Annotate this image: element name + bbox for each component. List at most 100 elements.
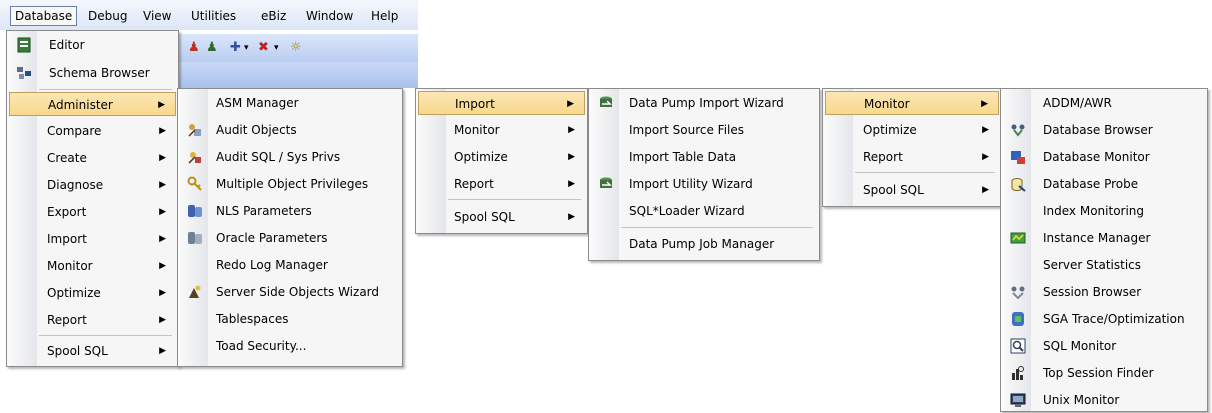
- menu-item-oracle-parameters[interactable]: Oracle Parameters: [180, 226, 400, 250]
- submenu-arrow-icon: ▶: [568, 125, 575, 135]
- administer-menu: ASM Manager Audit Objects Audit SQL / Sy…: [177, 88, 403, 367]
- key-icon: [186, 175, 204, 193]
- audit-sql-icon: [186, 148, 204, 166]
- toolbar-lower: [178, 62, 418, 88]
- menu-item-spool-sql[interactable]: Spool SQL ▶: [418, 205, 585, 229]
- menu-item-import[interactable]: Import ▶: [9, 227, 176, 251]
- menu-item-redo-log-manager[interactable]: Redo Log Manager: [180, 253, 400, 277]
- submenu-arrow-icon: ▶: [159, 288, 166, 298]
- menu-item-top-session-finder[interactable]: Top Session Finder: [1003, 361, 1205, 385]
- menu-utilities[interactable]: Utilities: [187, 7, 240, 25]
- toolbar-person-red-icon[interactable]: ♟: [188, 40, 200, 55]
- toolbar-dropdown-icon-2[interactable]: ▾: [274, 43, 279, 53]
- submenu-arrow-icon: ▶: [159, 315, 166, 325]
- submenu-arrow-icon: ▶: [567, 99, 574, 109]
- editor-icon: [15, 36, 33, 54]
- menu-view[interactable]: View: [139, 7, 175, 25]
- menu-item-database-monitor[interactable]: Database Monitor: [1003, 145, 1205, 169]
- menu-item-schema-browser[interactable]: Schema Browser: [9, 61, 176, 85]
- submenu-arrow-icon: ▶: [159, 346, 166, 356]
- menu-item-report[interactable]: Report ▶: [9, 308, 176, 332]
- submenu-arrow-icon: ▶: [159, 261, 166, 271]
- submenu-arrow-icon: ▶: [158, 100, 165, 110]
- menu-item-spool-sql[interactable]: Spool SQL ▶: [9, 339, 176, 363]
- menu-item-import-utility-wizard[interactable]: Import Utility Wizard: [591, 172, 817, 196]
- menu-item-server-side-objects-wizard[interactable]: Server Side Objects Wizard: [180, 280, 400, 304]
- menu-item-optimize[interactable]: Optimize ▶: [418, 145, 585, 169]
- menu-item-monitor[interactable]: Monitor ▶: [418, 118, 585, 142]
- menu-item-report[interactable]: Report ▶: [825, 145, 999, 169]
- menu-item-spool-sql[interactable]: Spool SQL ▶: [825, 178, 999, 202]
- menu-bar: Database Debug View Utilities eBiz Windo…: [0, 0, 418, 30]
- menu-item-server-statistics[interactable]: Server Statistics: [1003, 253, 1205, 277]
- submenu-arrow-icon: ▶: [159, 234, 166, 244]
- sql-monitor-icon: [1009, 337, 1027, 355]
- submenu-arrow-icon: ▶: [159, 207, 166, 217]
- toolbar-connect-icon[interactable]: ✚: [230, 40, 241, 55]
- menu-item-audit-objects[interactable]: Audit Objects: [180, 118, 400, 142]
- menu-item-diagnose[interactable]: Diagnose ▶: [9, 173, 176, 197]
- menu-item-optimize[interactable]: Optimize ▶: [9, 281, 176, 305]
- submenu-arrow-icon: ▶: [981, 99, 988, 109]
- menu-item-monitor[interactable]: Monitor ▶: [9, 254, 176, 278]
- menu-item-nls-parameters[interactable]: NLS Parameters: [180, 199, 400, 223]
- menu-item-monitor[interactable]: Monitor ▶: [825, 91, 999, 115]
- menu-item-asm-manager[interactable]: ASM Manager: [180, 91, 400, 115]
- menu-window[interactable]: Window: [302, 7, 357, 25]
- menu-debug[interactable]: Debug: [84, 7, 131, 25]
- menu-item-sga-trace-optimization[interactable]: SGA Trace/Optimization: [1003, 307, 1205, 331]
- menu-item-audit-sql[interactable]: Audit SQL / Sys Privs: [180, 145, 400, 169]
- menu-item-compare[interactable]: Compare ▶: [9, 119, 176, 143]
- database-menu-partial-import: Import ▶ Monitor ▶ Optimize ▶ Report ▶ S…: [415, 88, 588, 234]
- menu-separator: [621, 227, 813, 228]
- top-session-finder-icon: [1009, 364, 1027, 382]
- menu-item-sqlloader-wizard[interactable]: SQL*Loader Wizard: [591, 199, 817, 223]
- menu-item-toad-security[interactable]: Toad Security...: [180, 334, 400, 358]
- menu-item-index-monitoring[interactable]: Index Monitoring: [1003, 199, 1205, 223]
- toolbar-dropdown-icon[interactable]: ▾: [244, 43, 249, 53]
- database-monitor-icon: [1009, 148, 1027, 166]
- menu-item-database-browser[interactable]: Database Browser: [1003, 118, 1205, 142]
- menu-item-database-probe[interactable]: Database Probe: [1003, 172, 1205, 196]
- oracle-parameters-icon: [186, 229, 204, 247]
- menu-item-create[interactable]: Create ▶: [9, 146, 176, 170]
- database-menu-partial-monitor: Monitor ▶ Optimize ▶ Report ▶: [822, 88, 1002, 185]
- database-browser-icon: [1009, 121, 1027, 139]
- import-utility-icon: [597, 175, 615, 193]
- menu-item-unix-monitor[interactable]: Unix Monitor: [1003, 388, 1205, 412]
- monitor-menu: ADDM/AWR Database Browser Database Monit…: [1000, 88, 1208, 412]
- menu-item-multiple-object-privileges[interactable]: Multiple Object Privileges: [180, 172, 400, 196]
- menu-item-import-table-data[interactable]: Import Table Data: [591, 145, 817, 169]
- menu-item-data-pump-import-wizard[interactable]: Data Pump Import Wizard: [591, 91, 817, 115]
- menu-item-import-source-files[interactable]: Import Source Files: [591, 118, 817, 142]
- menu-database[interactable]: Database: [10, 6, 78, 26]
- audit-objects-icon: [186, 121, 204, 139]
- toolbar-person-green-icon[interactable]: ♟: [206, 40, 218, 55]
- toolbar-info-icon[interactable]: ☼: [290, 40, 302, 55]
- menu-item-optimize[interactable]: Optimize ▶: [825, 118, 999, 142]
- menu-ebiz[interactable]: eBiz: [257, 7, 290, 25]
- sga-trace-icon: [1009, 310, 1027, 328]
- menu-item-tablespaces[interactable]: Tablespaces: [180, 307, 400, 331]
- menu-item-instance-manager[interactable]: Instance Manager: [1003, 226, 1205, 250]
- menu-item-data-pump-job-manager[interactable]: Data Pump Job Manager: [591, 232, 817, 256]
- data-pump-icon: [597, 94, 615, 112]
- database-menu-partial-monitor-bottom: Spool SQL ▶: [822, 176, 1002, 207]
- toolbar: ♟ ♟ ✚ ▾ ✖ ▾ ☼: [178, 34, 418, 63]
- toolbar-disconnect-icon[interactable]: ✖: [258, 40, 269, 55]
- menu-item-report[interactable]: Report ▶: [418, 172, 585, 196]
- menu-item-addm-awr[interactable]: ADDM/AWR: [1003, 91, 1205, 115]
- database-probe-icon: [1009, 175, 1027, 193]
- nls-parameters-icon: [186, 202, 204, 220]
- submenu-arrow-icon: ▶: [568, 179, 575, 189]
- menu-item-import[interactable]: Import ▶: [418, 91, 585, 115]
- menu-item-administer[interactable]: Administer ▶: [9, 92, 176, 116]
- menu-item-export[interactable]: Export ▶: [9, 200, 176, 224]
- submenu-arrow-icon: ▶: [568, 212, 575, 222]
- menu-item-editor[interactable]: Editor: [9, 33, 176, 57]
- menu-item-sql-monitor[interactable]: SQL Monitor: [1003, 334, 1205, 358]
- menu-separator: [39, 335, 172, 336]
- wizard-icon: [186, 283, 204, 301]
- menu-help[interactable]: Help: [367, 7, 402, 25]
- menu-item-session-browser[interactable]: Session Browser: [1003, 280, 1205, 304]
